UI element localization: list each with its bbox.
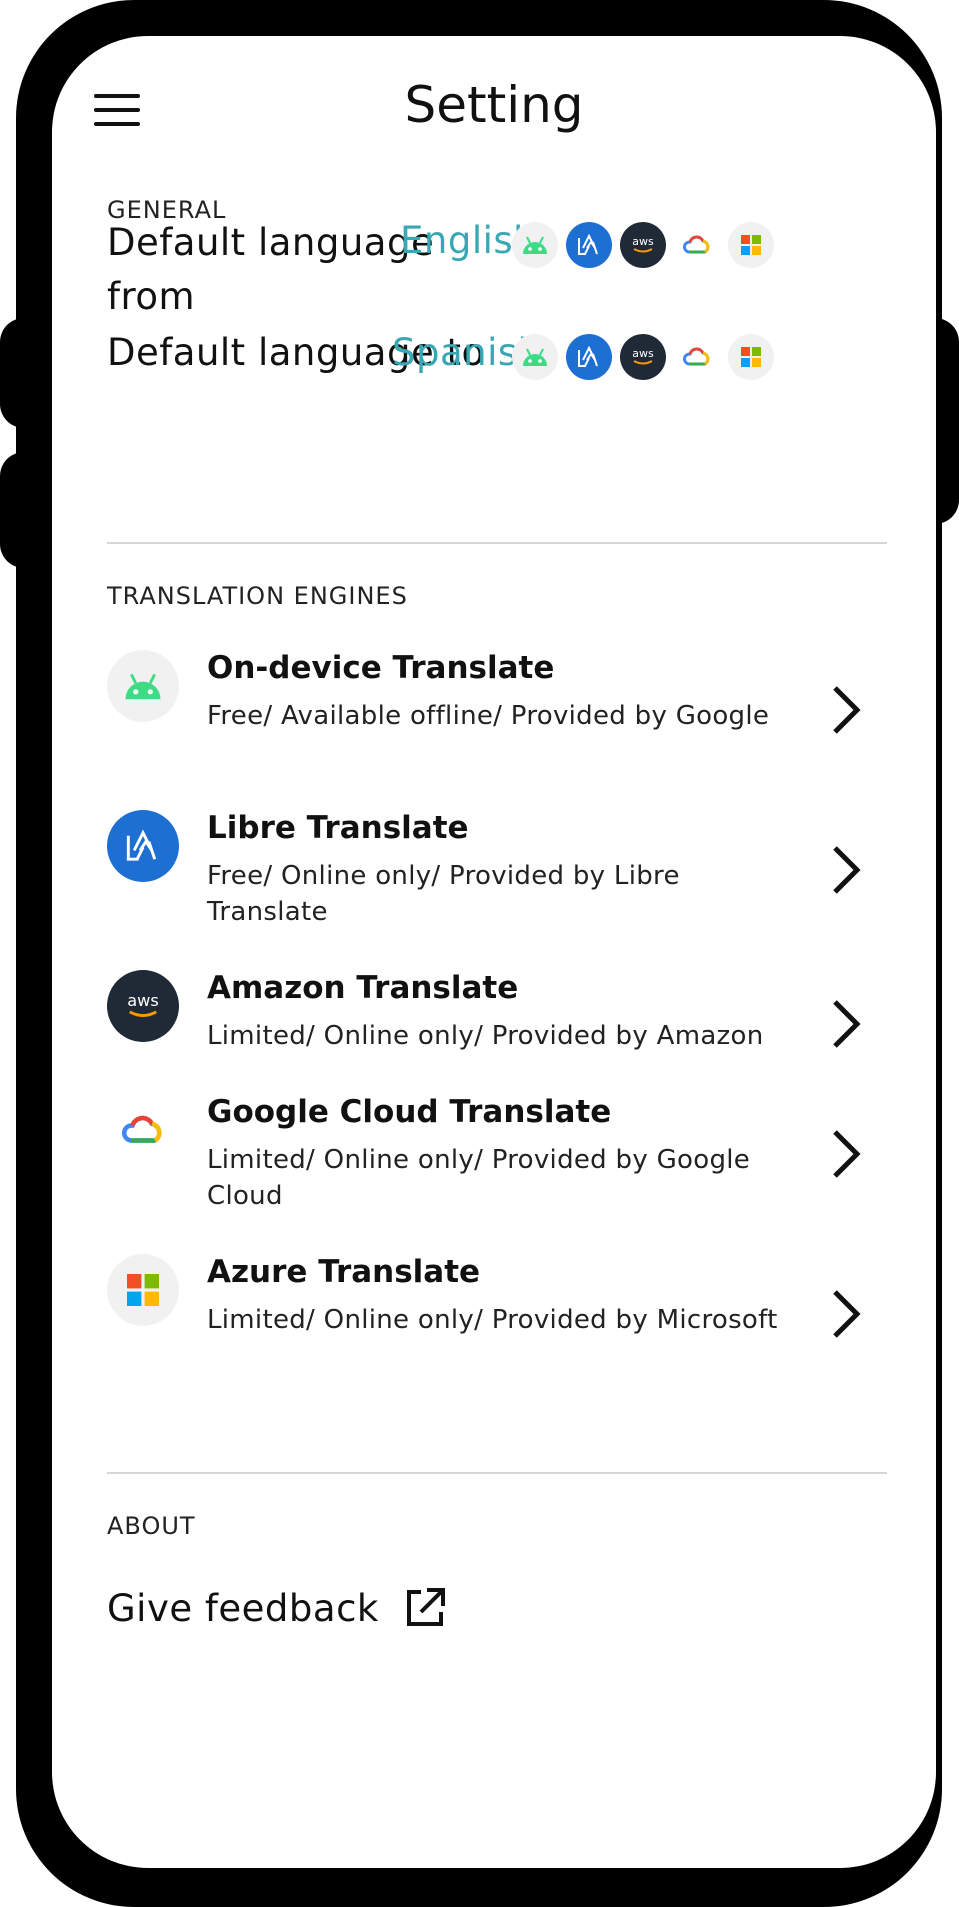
engine-row-on-device[interactable]: On-device Translate Free/ Available offl… — [107, 650, 887, 780]
chevron-right-icon — [833, 846, 861, 894]
aws-icon-text: aws — [127, 991, 159, 1010]
microsoft-icon[interactable] — [728, 334, 774, 380]
aws-icon: aws — [107, 970, 179, 1042]
chevron-right-icon — [833, 686, 861, 734]
default-language-from-label: Default language from — [107, 221, 435, 318]
google-cloud-icon[interactable] — [674, 222, 720, 268]
to-engine-icons: aws — [512, 334, 774, 380]
engine-row-azure[interactable]: Azure Translate Limited/ Online only/ Pr… — [107, 1254, 887, 1384]
engine-name: Google Cloud Translate — [207, 1094, 612, 1130]
engine-description: Limited/ Online only/ Provided by Micros… — [207, 1305, 778, 1335]
libre-translate-icon — [107, 810, 179, 882]
engine-description: Limited/ Online only/ Provided by Google… — [207, 1145, 751, 1211]
aws-icon-text: aws — [632, 235, 654, 248]
engine-name: On-device Translate — [207, 650, 555, 686]
google-cloud-icon[interactable] — [674, 334, 720, 380]
chevron-right-icon — [833, 1130, 861, 1178]
chevron-right-icon — [833, 1000, 861, 1048]
engine-row-google-cloud[interactable]: Google Cloud Translate Limited/ Online o… — [107, 1094, 887, 1224]
android-icon — [107, 650, 179, 722]
android-icon[interactable] — [512, 222, 558, 268]
divider — [107, 1472, 887, 1474]
libre-translate-icon[interactable] — [566, 334, 612, 380]
engine-row-libre[interactable]: Libre Translate Free/ Online only/ Provi… — [107, 810, 887, 940]
chevron-right-icon — [833, 1290, 861, 1338]
aws-icon[interactable]: aws — [620, 334, 666, 380]
engine-description: Free/ Online only/ Provided by Libre Tra… — [207, 861, 680, 927]
divider — [107, 542, 887, 544]
engine-name: Libre Translate — [207, 810, 469, 846]
give-feedback-label: Give feedback — [107, 1586, 379, 1630]
engine-name: Azure Translate — [207, 1254, 481, 1290]
microsoft-icon — [107, 1254, 179, 1326]
settings-screen: Setting GENERAL Default language from En… — [52, 36, 936, 1868]
give-feedback-link[interactable]: Give feedback — [107, 1586, 447, 1630]
phone-frame: Setting GENERAL Default language from En… — [16, 0, 942, 1907]
engine-row-amazon[interactable]: aws Amazon Translate Limited/ Online onl… — [107, 970, 887, 1070]
from-engine-icons: aws — [512, 222, 774, 268]
engine-description: Free/ Available offline/ Provided by Goo… — [207, 701, 770, 731]
microsoft-icon[interactable] — [728, 222, 774, 268]
google-cloud-icon — [107, 1094, 179, 1166]
external-link-icon — [406, 1588, 445, 1626]
engine-name: Amazon Translate — [207, 970, 519, 1006]
android-icon[interactable] — [512, 334, 558, 380]
section-about-label: ABOUT — [107, 1512, 196, 1540]
engine-description: Limited/ Online only/ Provided by Amazon — [207, 1021, 764, 1051]
libre-translate-icon[interactable] — [566, 222, 612, 268]
page-title: Setting — [404, 76, 584, 134]
section-translation-engines-label: TRANSLATION ENGINES — [107, 582, 408, 610]
aws-icon[interactable]: aws — [620, 222, 666, 268]
aws-icon-text: aws — [632, 347, 654, 360]
